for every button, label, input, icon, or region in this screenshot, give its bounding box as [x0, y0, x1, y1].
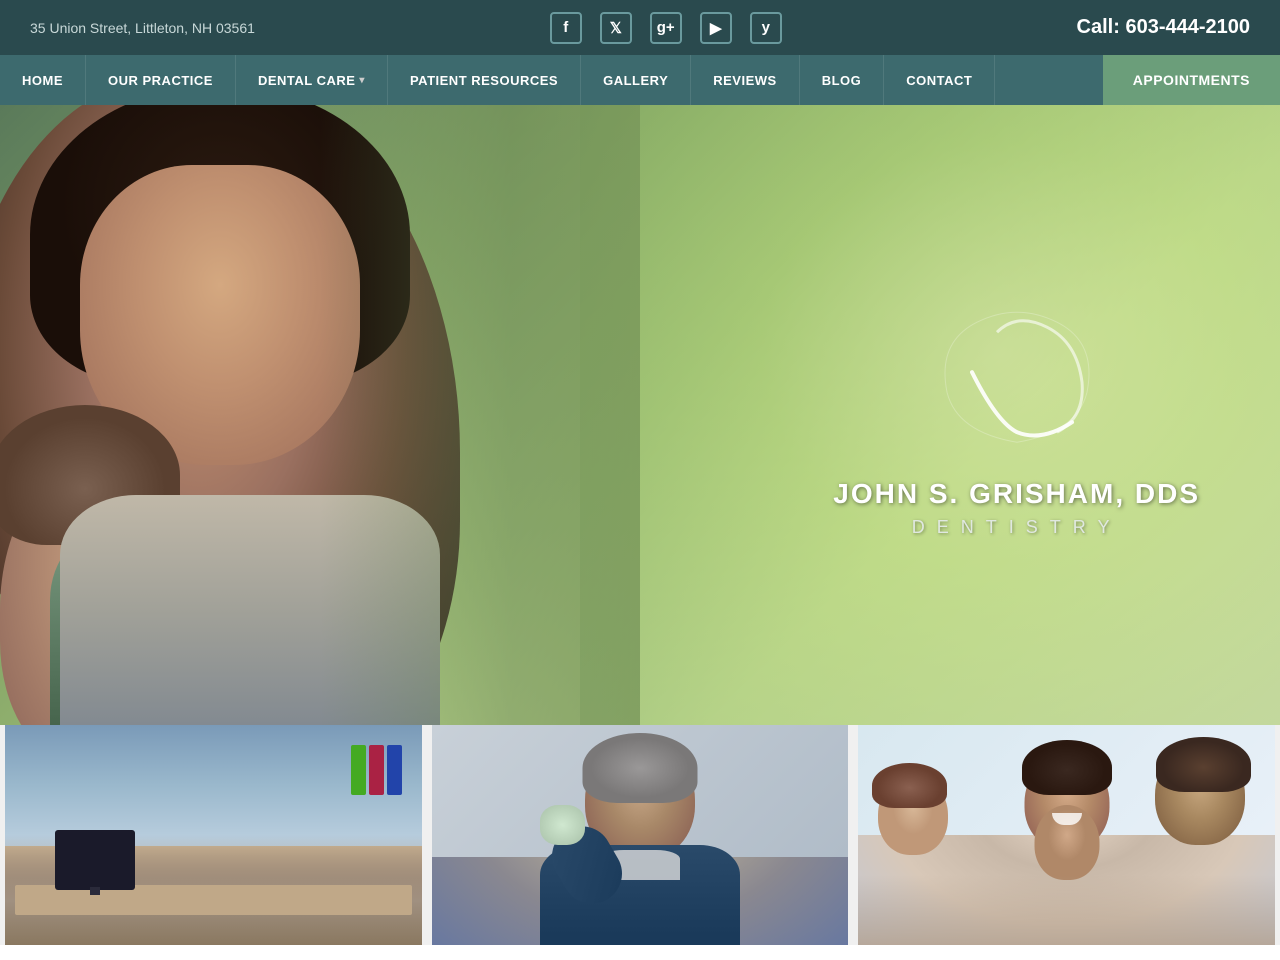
address: 35 Union Street, Littleton, NH 03561	[30, 20, 255, 36]
nav-appointments[interactable]: APPOINTMENTS	[1103, 55, 1280, 105]
hero-section: JOHN S. GRISHAM, DDS DENTISTRY	[0, 105, 1280, 725]
dental-care-dropdown-arrow: ▾	[359, 75, 365, 86]
hero-people-photo	[0, 105, 640, 725]
logo-dentistry: DENTISTRY	[833, 517, 1200, 538]
nav-patient-resources[interactable]: PATIENT RESOURCES	[388, 55, 581, 105]
hero-logo: JOHN S. GRISHAM, DDS DENTISTRY	[833, 292, 1200, 538]
nav-our-practice[interactable]: OUR PRACTICE	[86, 55, 236, 105]
smile-logo-svg	[917, 292, 1117, 452]
nav-reviews[interactable]: REVIEWS	[691, 55, 799, 105]
main-navigation: HOME OUR PRACTICE DENTAL CARE ▾ PATIENT …	[0, 55, 1280, 105]
phone-number: Call: 603-444-2100	[1077, 16, 1250, 39]
nav-home[interactable]: HOME	[0, 55, 86, 105]
top-bar: 35 Union Street, Littleton, NH 03561 f 𝕏…	[0, 0, 1280, 55]
doctor-photo	[432, 725, 849, 945]
card-office	[5, 725, 422, 945]
family-photo	[858, 725, 1275, 945]
nav-blog[interactable]: BLOG	[800, 55, 885, 105]
nav-contact[interactable]: CONTACT	[884, 55, 995, 105]
nav-gallery[interactable]: GALLERY	[581, 55, 691, 105]
cards-section	[0, 725, 1280, 945]
facebook-icon[interactable]: f	[550, 12, 582, 44]
logo-name: JOHN S. GRISHAM, DDS	[833, 477, 1200, 511]
office-photo	[5, 725, 422, 945]
yelp-icon[interactable]: y	[750, 12, 782, 44]
google-plus-icon[interactable]: g+	[650, 12, 682, 44]
youtube-icon[interactable]: ▶	[700, 12, 732, 44]
nav-dental-care[interactable]: DENTAL CARE ▾	[236, 55, 388, 105]
twitter-icon[interactable]: 𝕏	[600, 12, 632, 44]
card-family	[858, 725, 1275, 945]
social-links: f 𝕏 g+ ▶ y	[550, 12, 782, 44]
card-doctor	[432, 725, 849, 945]
